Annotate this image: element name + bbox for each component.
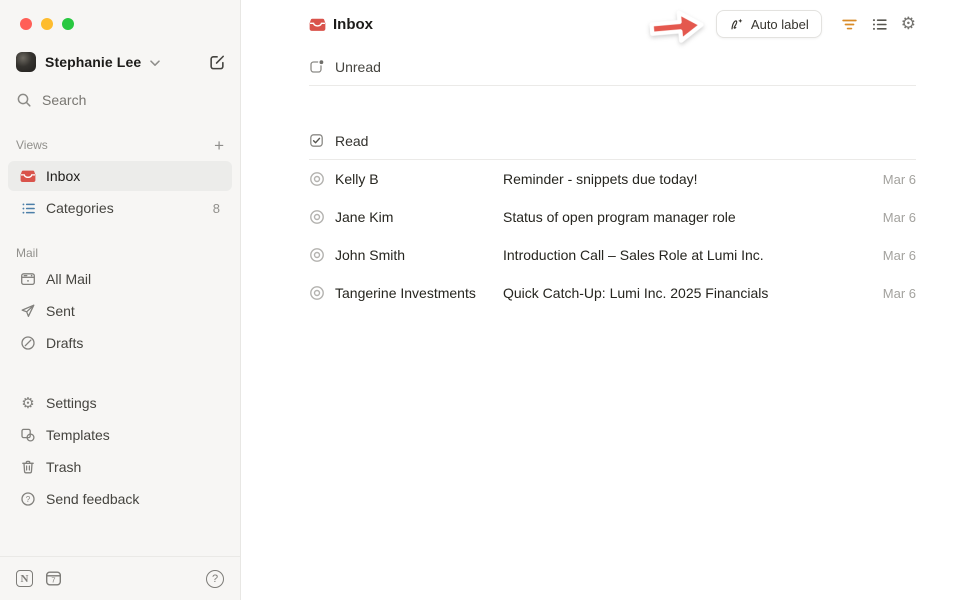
compose-icon[interactable] [208,53,226,71]
read-section-header[interactable]: Read [309,122,916,160]
views-section-label: Views [16,138,48,152]
minimize-window-button[interactable] [41,18,53,30]
filter-icon[interactable] [841,16,858,33]
auto-label-icon [729,17,744,32]
email-sender: Jane Kim [335,209,503,225]
sender-avatar-icon [309,247,325,263]
sidebar-item-trash[interactable]: Trash [8,451,232,483]
svg-text:?: ? [26,495,31,504]
trash-icon [20,459,36,475]
sidebar-item-drafts[interactable]: Drafts [8,327,232,359]
mail-section-header: Mail [0,243,240,263]
email-date: Mar 6 [883,286,916,301]
sidebar-item-sent[interactable]: Sent [8,295,232,327]
profile-name: Stephanie Lee [45,54,141,70]
email-row[interactable]: Tangerine Investments Quick Catch-Up: Lu… [309,274,916,312]
email-subject: Reminder - snippets due today! [503,171,871,187]
sender-avatar-icon [309,171,325,187]
sidebar-item-all-mail[interactable]: All Mail [8,263,232,295]
sidebar-item-send-feedback[interactable]: ? Send feedback [8,483,232,515]
avatar [16,52,36,72]
search-icon [16,92,32,108]
notion-mail-app-icon[interactable]: N [16,570,33,587]
unread-section-header[interactable]: Unread [309,48,916,86]
sidebar: Stephanie Lee Search Views + [0,0,241,600]
inbox-title: Inbox [309,16,373,33]
add-view-button[interactable]: + [214,137,224,154]
sidebar-item-label: Settings [46,395,97,411]
email-date: Mar 6 [883,210,916,225]
page-title: Inbox [333,16,373,33]
sidebar-item-label: Categories [46,200,114,216]
mail-content-pane: Inbox Auto label [241,0,960,600]
sidebar-item-label: Inbox [46,168,80,184]
email-sender: John Smith [335,247,503,263]
mail-list: All Mail Sent Drafts [0,263,240,359]
email-row[interactable]: John Smith Introduction Call – Sales Rol… [309,236,916,274]
search-button[interactable]: Search [0,88,240,112]
email-row[interactable]: Jane Kim Status of open program manager … [309,198,916,236]
help-button[interactable]: ? [206,570,224,588]
window-controls [0,0,240,30]
svg-text:7: 7 [51,576,55,585]
gear-icon: ⚙ [20,396,36,411]
section-label: Read [335,133,368,149]
inbox-icon [309,16,326,33]
draft-icon [20,335,36,351]
sidebar-item-label: All Mail [46,271,91,287]
sidebar-item-label: Templates [46,427,110,443]
email-row[interactable]: Kelly B Reminder - snippets due today! M… [309,160,916,198]
sidebar-item-inbox[interactable]: Inbox [8,161,232,191]
utility-list: ⚙ Settings Templates Trash ? Send feedba [0,387,240,515]
inbox-toolbar: Auto label ⚙ [646,5,916,43]
mail-section-label: Mail [16,246,38,260]
email-subject: Introduction Call – Sales Role at Lumi I… [503,247,871,263]
sidebar-item-label: Send feedback [46,491,139,507]
email-date: Mar 6 [883,248,916,263]
templates-icon [20,427,36,443]
list-view-icon[interactable] [871,16,888,33]
sidebar-item-categories[interactable]: Categories 8 [8,193,232,223]
sender-avatar-icon [309,285,325,301]
auto-label-button-label: Auto label [751,17,809,32]
sidebar-item-label: Sent [46,303,75,319]
views-section-header: Views + [0,135,240,155]
email-list: Unread Read Kelly B Reminder - snippets … [241,48,960,312]
email-sender: Tangerine Investments [335,285,503,301]
search-label: Search [42,92,86,108]
toolbar-icon-group: ⚙ [841,16,916,33]
section-label: Unread [335,59,381,75]
unread-icon [309,59,324,74]
sidebar-footer: N 7 ? [0,556,240,600]
inbox-header: Inbox Auto label [241,0,960,48]
close-window-button[interactable] [20,18,32,30]
notion-calendar-app-icon[interactable]: 7 [45,570,62,587]
sidebar-item-label: Trash [46,459,81,475]
auto-label-button[interactable]: Auto label [716,10,822,38]
email-sender: Kelly B [335,171,503,187]
views-list: Inbox Categories 8 [0,161,240,223]
sidebar-item-settings[interactable]: ⚙ Settings [8,387,232,419]
email-subject: Status of open program manager role [503,209,871,225]
all-mail-icon [20,271,36,287]
sidebar-item-label: Drafts [46,335,83,351]
gear-icon[interactable]: ⚙ [901,16,916,33]
email-date: Mar 6 [883,172,916,187]
question-circle-icon: ? [20,491,36,507]
sidebar-item-templates[interactable]: Templates [8,419,232,451]
annotation-arrow [645,5,708,48]
notion-mail-window: Stephanie Lee Search Views + [0,0,960,600]
chevron-down-icon [150,60,160,67]
inbox-icon [20,168,36,184]
email-subject: Quick Catch-Up: Lumi Inc. 2025 Financial… [503,285,871,301]
categories-count-badge: 8 [213,201,220,216]
zoom-window-button[interactable] [62,18,74,30]
account-switcher[interactable]: Stephanie Lee [0,50,240,74]
send-icon [20,303,36,319]
checkbox-checked-icon [309,133,324,148]
categories-icon [20,201,36,216]
sender-avatar-icon [309,209,325,225]
